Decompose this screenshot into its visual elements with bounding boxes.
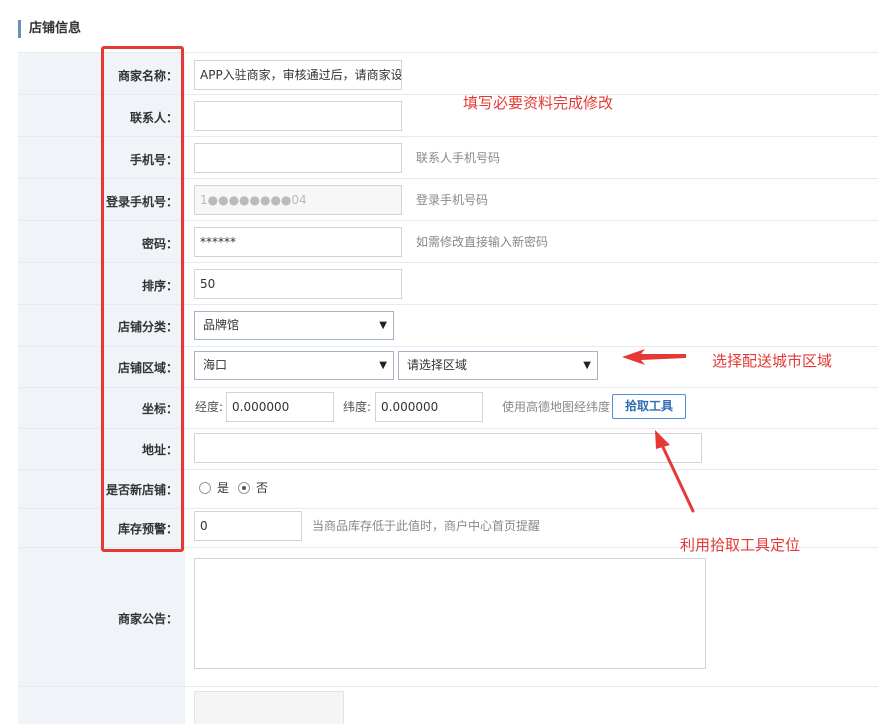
- phone-hint: 联系人手机号码: [416, 151, 501, 165]
- coords-hint: 使用高德地图经纬度: [502, 400, 611, 414]
- radio-yes-label: 是: [217, 481, 230, 495]
- phone-input[interactable]: [194, 143, 402, 173]
- section-title: 店铺信息: [18, 20, 81, 38]
- password-hint: 如需修改直接输入新密码: [416, 235, 549, 249]
- annotation-select-region: 选择配送城市区域: [712, 352, 833, 370]
- radio-yes[interactable]: [199, 482, 211, 494]
- radio-no-label: 否: [256, 481, 269, 495]
- image-upload-box[interactable]: [194, 691, 344, 724]
- stock-alert-input[interactable]: 0: [194, 511, 302, 541]
- city-selected: 海口: [203, 358, 228, 372]
- lat-label: 纬度:: [343, 400, 372, 414]
- category-select[interactable]: 品牌馆 ▼: [194, 311, 394, 340]
- stock-alert-hint: 当商品库存低于此值时，商户中心首页提醒: [312, 519, 541, 533]
- address-input[interactable]: [194, 433, 702, 463]
- pick-tool-button[interactable]: 拾取工具: [612, 394, 686, 419]
- annotation-use-pick-tool: 利用拾取工具定位: [680, 536, 801, 554]
- lat-input[interactable]: 0.000000: [375, 392, 483, 422]
- notice-label: 商家公告：: [117, 612, 178, 626]
- chevron-down-icon: ▼: [379, 360, 387, 371]
- login-phone-input[interactable]: 1●●●●●●●●04: [194, 185, 402, 215]
- chevron-down-icon: ▼: [583, 360, 591, 371]
- shop-name-input[interactable]: APP入驻商家，审核通过后，请商家设: [194, 60, 402, 90]
- chevron-down-icon: ▼: [379, 320, 387, 331]
- sort-input[interactable]: 50: [194, 269, 402, 299]
- password-input[interactable]: ******: [194, 227, 402, 257]
- area-select[interactable]: 请选择区域 ▼: [398, 351, 598, 380]
- row-notice: 商家公告：: [18, 548, 878, 687]
- city-select[interactable]: 海口 ▼: [194, 351, 394, 380]
- category-selected: 品牌馆: [203, 318, 240, 332]
- login-phone-hint: 登录手机号码: [416, 193, 489, 207]
- contact-input[interactable]: [194, 101, 402, 131]
- area-selected: 请选择区域: [407, 358, 468, 372]
- notice-textarea[interactable]: [194, 558, 706, 669]
- radio-no[interactable]: [238, 482, 250, 494]
- lng-input[interactable]: 0.000000: [226, 392, 334, 422]
- lng-label: 经度:: [195, 400, 224, 414]
- highlight-box: [101, 46, 184, 552]
- annotation-fill-required: 填写必要资料完成修改: [463, 94, 614, 112]
